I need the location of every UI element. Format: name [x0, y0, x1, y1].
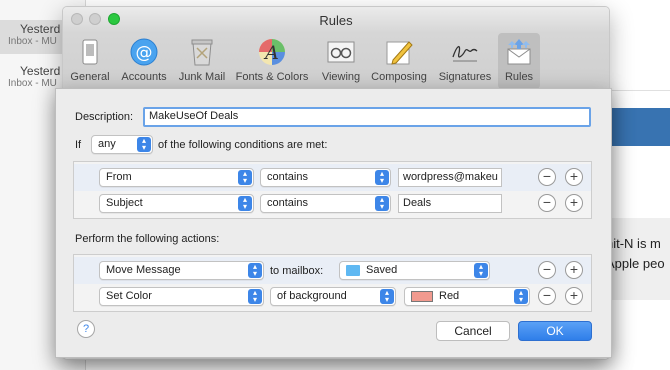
- condition-operator-value: contains: [267, 197, 308, 209]
- description-label: Description:: [75, 111, 134, 123]
- chevron-updown-icon: ▴ ▾: [514, 289, 528, 304]
- toolbar-tab-junk-mail[interactable]: Junk Mail: [174, 33, 230, 89]
- message-body-text: hit-N is m: [606, 236, 661, 251]
- svg-text:A: A: [263, 42, 279, 64]
- condition-operator-select[interactable]: contains ▴ ▾: [260, 194, 391, 213]
- toolbar-tab-general[interactable]: General: [66, 33, 114, 89]
- action-type-value: Move Message: [106, 264, 181, 276]
- conditions-label: of the following conditions are met:: [158, 139, 328, 151]
- condition-field-select[interactable]: From ▴ ▾: [99, 168, 254, 187]
- accounts-icon: @: [130, 38, 158, 66]
- if-label: If: [75, 139, 82, 151]
- rule-editor-sheet: Description: MakeUseOf Deals If any ▴ ▾ o…: [55, 88, 612, 358]
- rules-icon: [507, 39, 531, 65]
- toolbar-tab-label: Signatures: [438, 71, 492, 83]
- match-selector-value: any: [98, 138, 116, 150]
- add-condition-button[interactable]: +: [565, 194, 583, 212]
- conditions-group: From ▴ ▾ contains ▴ ▾ wordpress@makeu − + …: [73, 161, 592, 219]
- svg-text:@: @: [136, 43, 153, 63]
- action-type-select[interactable]: Move Message ▴ ▾: [99, 261, 264, 280]
- match-selector[interactable]: any ▴ ▾: [91, 135, 153, 154]
- chevron-updown-icon: ▴ ▾: [248, 263, 262, 278]
- color-swatch-icon: [411, 290, 433, 302]
- actions-group: Move Message ▴ ▾ to mailbox: Saved ▴ ▾ − +…: [73, 254, 592, 312]
- action-type-select[interactable]: Set Color ▴ ▾: [99, 287, 264, 306]
- condition-value-field[interactable]: wordpress@makeu: [398, 168, 502, 187]
- toolbar-tab-label: Rules: [504, 71, 534, 83]
- remove-condition-button[interactable]: −: [538, 194, 556, 212]
- color-select[interactable]: Red ▴ ▾: [404, 287, 530, 306]
- add-condition-button[interactable]: +: [565, 168, 583, 186]
- color-value: Red: [439, 290, 460, 302]
- toolbar-tab-label: Composing: [371, 71, 427, 83]
- remove-action-button[interactable]: −: [538, 261, 556, 279]
- chevron-updown-icon: ▴ ▾: [474, 263, 488, 278]
- toolbar-tab-label: General: [70, 71, 110, 83]
- remove-action-button[interactable]: −: [538, 287, 556, 305]
- condition-operator-value: contains: [267, 171, 308, 183]
- to-mailbox-label: to mailbox:: [270, 265, 324, 277]
- folder-icon: [346, 264, 360, 276]
- junk-mail-icon: [191, 39, 213, 66]
- chevron-updown-icon: ▴ ▾: [375, 196, 389, 211]
- toolbar-tab-fonts-colors[interactable]: A Fonts & Colors: [231, 33, 313, 89]
- actions-label: Perform the following actions:: [75, 233, 220, 245]
- composing-icon: [386, 41, 413, 65]
- chevron-updown-icon: ▴ ▾: [248, 289, 262, 304]
- remove-condition-button[interactable]: −: [538, 168, 556, 186]
- condition-field-value: From: [106, 171, 132, 183]
- toolbar-tab-signatures[interactable]: Signatures: [434, 33, 496, 89]
- fonts-colors-icon: A: [259, 39, 285, 65]
- toolbar-tab-accounts[interactable]: @ Accounts: [117, 33, 171, 89]
- toolbar-tab-label: Fonts & Colors: [235, 71, 309, 83]
- ok-button[interactable]: OK: [518, 321, 592, 341]
- color-scope-value: of background: [277, 290, 347, 302]
- cancel-button[interactable]: Cancel: [436, 321, 510, 341]
- condition-operator-select[interactable]: contains ▴ ▾: [260, 168, 391, 187]
- toolbar-tab-viewing[interactable]: Viewing: [316, 33, 366, 89]
- mailbox-select[interactable]: Saved ▴ ▾: [339, 261, 490, 280]
- toolbar-tab-label: Viewing: [321, 71, 361, 83]
- color-scope-select[interactable]: of background ▴ ▾: [270, 287, 396, 306]
- title-bar: Rules: [63, 7, 609, 33]
- condition-value-field[interactable]: Deals: [398, 194, 502, 213]
- condition-row: Subject ▴ ▾ contains ▴ ▾ Deals − +: [74, 191, 591, 218]
- chevron-updown-icon: ▴ ▾: [238, 170, 252, 185]
- help-button[interactable]: ?: [77, 320, 95, 338]
- mailbox-value: Saved: [366, 264, 398, 276]
- add-action-button[interactable]: +: [565, 287, 583, 305]
- preferences-toolbar: General @ Accounts Junk Mail A Fonts & C…: [63, 33, 609, 89]
- action-type-value: Set Color: [106, 290, 152, 302]
- toolbar-tab-label: Accounts: [121, 71, 167, 83]
- condition-field-value: Subject: [106, 197, 143, 209]
- condition-row: From ▴ ▾ contains ▴ ▾ wordpress@makeu − +: [74, 164, 591, 191]
- window-title: Rules: [319, 13, 353, 28]
- chevron-updown-icon: ▴ ▾: [375, 170, 389, 185]
- general-icon: [82, 39, 98, 65]
- message-body-text: Apple peo: [606, 256, 665, 271]
- chevron-updown-icon: ▴ ▾: [380, 289, 394, 304]
- chevron-updown-icon: ▴ ▾: [137, 137, 151, 152]
- toolbar-tab-label: Junk Mail: [178, 71, 226, 83]
- toolbar-tab-composing[interactable]: Composing: [368, 33, 430, 89]
- action-row: Set Color ▴ ▾ of background ▴ ▾ Red ▴ ▾ − +: [74, 284, 591, 311]
- description-input[interactable]: MakeUseOf Deals: [143, 107, 591, 127]
- signatures-icon: [452, 46, 478, 62]
- viewing-icon: [327, 41, 355, 63]
- add-action-button[interactable]: +: [565, 261, 583, 279]
- toolbar-tab-rules[interactable]: Rules: [498, 33, 540, 89]
- condition-field-select[interactable]: Subject ▴ ▾: [99, 194, 254, 213]
- action-row: Move Message ▴ ▾ to mailbox: Saved ▴ ▾ − +: [74, 257, 591, 284]
- chevron-updown-icon: ▴ ▾: [238, 196, 252, 211]
